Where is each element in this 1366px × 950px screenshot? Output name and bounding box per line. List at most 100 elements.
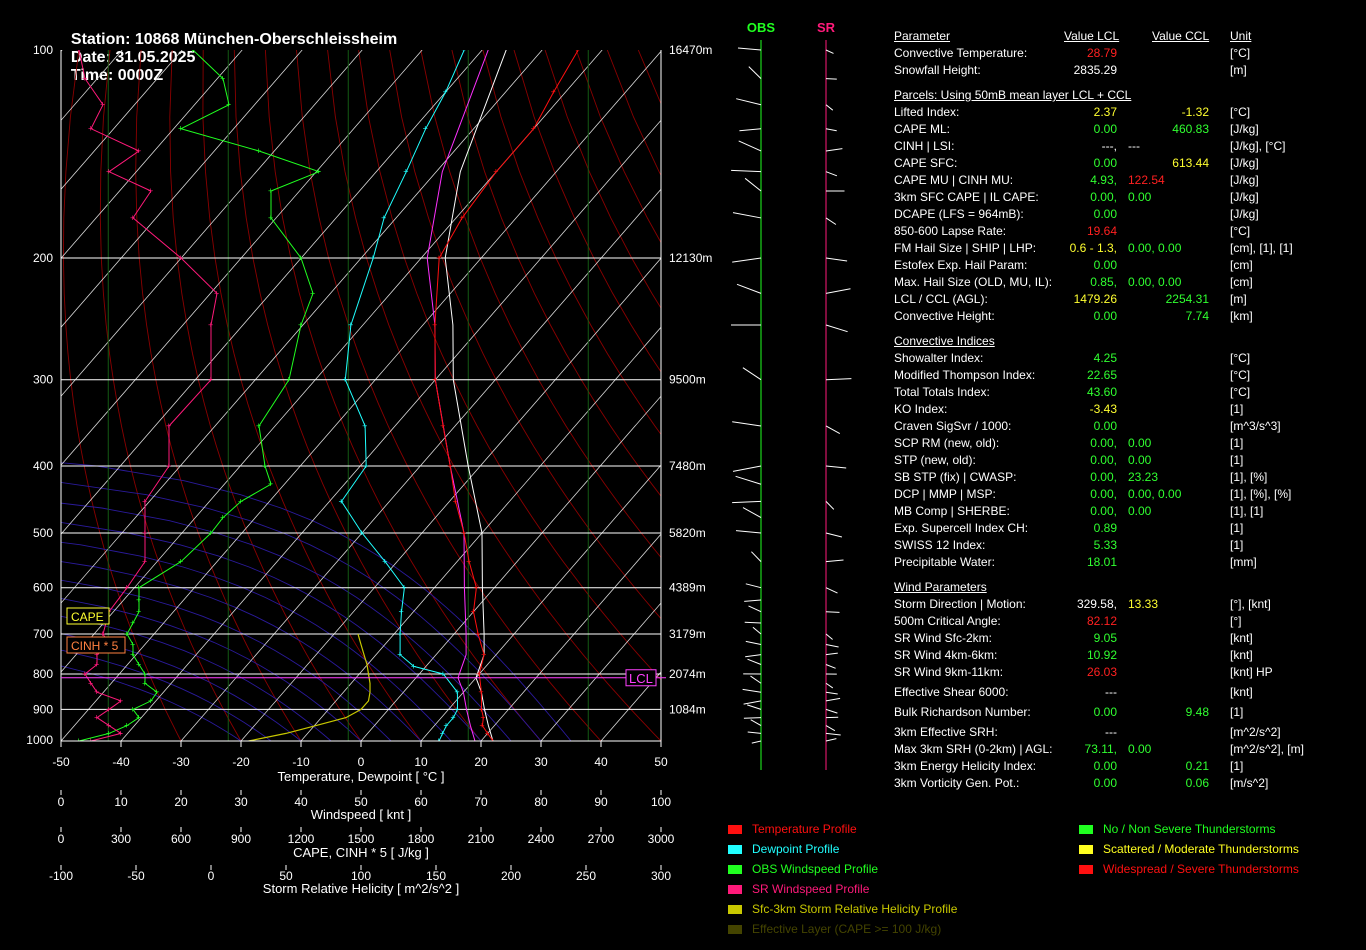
- parameter-label: FM Hail Size | SHIP | LHP:: [894, 241, 1037, 255]
- unit-label: [J/kg]: [1230, 190, 1259, 204]
- unit-label: [km]: [1230, 309, 1253, 323]
- pressure-tick-label: 400: [33, 459, 53, 473]
- value-ccl: 0.00: [1128, 436, 1152, 450]
- cape-box-label: CAPE: [71, 610, 104, 624]
- parameter-label: DCAPE (LFS = 964mB):: [894, 207, 1024, 221]
- section-title: Parcels: Using 50mB mean layer LCL + CCL: [894, 88, 1132, 102]
- dry-adiabat: [296, 50, 602, 741]
- obs-wind-barb: [745, 640, 762, 645]
- parameter-label: Max 3km SRH (0-2km) | AGL:: [894, 742, 1053, 756]
- unit-label: [cm]: [1230, 275, 1253, 289]
- value-lcl: 18.01: [1086, 555, 1117, 569]
- sr-windspeed-profile-mark: +: [142, 528, 147, 538]
- value-lcl: 0.85,: [1090, 275, 1117, 289]
- sr-wind-barb: [825, 682, 834, 689]
- value-ccl: 0.21: [1185, 759, 1209, 773]
- cape-tick-label: 1800: [408, 832, 435, 846]
- sr-wind-barb: [825, 611, 840, 613]
- sr-windspeed-profile-mark: +: [88, 678, 93, 688]
- parameter-label: Craven SigSvr / 1000:: [894, 419, 1012, 433]
- parameter-row: Craven SigSvr / 1000: 0.00 [m^3/s^3]: [894, 418, 1354, 435]
- unit-label: [1]: [1230, 436, 1244, 450]
- sr-windspeed-profile-mark: +: [94, 713, 99, 723]
- dewpoint-profile-mark: +: [370, 253, 375, 263]
- srh-tick-label: -50: [127, 869, 145, 883]
- unit-label: [°C]: [1230, 351, 1251, 365]
- obs-windspeed-profile-mark: +: [298, 253, 303, 263]
- obs-windspeed-profile-mark: +: [286, 375, 291, 385]
- parameter-label: SB STP (fix) | CWASP:: [894, 470, 1017, 484]
- sr-wind-barb: [825, 501, 835, 510]
- obs-wind-barb: [748, 605, 762, 613]
- temperature-profile-mark: +: [436, 253, 441, 263]
- parameter-row: 3km SFC CAPE | IL CAPE: 0.00, 0.00 [J/kg]: [894, 189, 1354, 206]
- sr-windspeed-profile-mark: +: [118, 728, 123, 738]
- unit-label: [m^3/s^3]: [1230, 419, 1281, 433]
- height-tick-label: 4389m: [669, 581, 706, 595]
- isotherm: [240, 257, 661, 741]
- obs-windspeed-profile-mark: +: [238, 496, 243, 506]
- value-ccl: 0.00, 0.00: [1128, 487, 1182, 501]
- legend-item: No / Non Severe Thunderstorms: [1079, 822, 1276, 836]
- parameter-row: KO Index: -3.43 [1]: [894, 401, 1354, 418]
- parameter-row: LCL / CCL (AGL): 1479.26 2254.31 [m]: [894, 291, 1354, 308]
- dewpoint-profile-mark: +: [362, 421, 367, 431]
- parameter-row: Total Totals Index: 43.60 [°C]: [894, 384, 1354, 401]
- srh-axis-label: Storm Relative Helicity [ m^2/s^2 ]: [263, 881, 459, 896]
- value-lcl: 10.92: [1086, 648, 1117, 662]
- temperature-profile-mark: +: [473, 583, 478, 593]
- unit-label: [1], [1]: [1230, 504, 1264, 518]
- height-tick-label: 1084m: [669, 702, 706, 716]
- dewpoint-profile-mark: +: [348, 320, 353, 330]
- dewpoint-profile-mark: +: [397, 650, 402, 660]
- height-tick-label: 5820m: [669, 526, 706, 540]
- temperature-profile-mark: +: [440, 421, 445, 431]
- temperature-profile-mark: +: [470, 607, 475, 617]
- parameter-label: Modified Thompson Index:: [894, 368, 1036, 382]
- dewpoint-profile-mark: +: [455, 704, 460, 714]
- temperature-profile-mark: +: [432, 320, 437, 330]
- value-lcl: 0.00,: [1090, 487, 1117, 501]
- unit-label: [m]: [1230, 63, 1247, 77]
- legend-item: SR Windspeed Profile: [728, 882, 869, 896]
- legend-label: Scattered / Moderate Thunderstorms: [1103, 842, 1299, 856]
- obs-wind-barb: [736, 283, 762, 294]
- srh-tick-label: 0: [208, 869, 215, 883]
- parameter-row: DCP | MMP | MSP: 0.00, 0.00, 0.00 [1], [%],…: [894, 486, 1354, 503]
- unit-label: [knt]: [1230, 631, 1253, 645]
- obs-wind-barb: [732, 500, 762, 504]
- pressure-tick-label: 500: [33, 526, 53, 540]
- cape-tick-label: 0: [58, 832, 65, 846]
- windspeed-tick-label: 20: [174, 795, 188, 809]
- value-lcl: 0.00: [1093, 258, 1117, 272]
- parameter-label: Storm Direction | Motion:: [894, 597, 1026, 611]
- obs-wind-barb: [736, 98, 762, 106]
- obs-windspeed-profile-mark: +: [124, 721, 129, 731]
- obs-wind-barb: [744, 599, 762, 602]
- sr-wind-barb: [825, 104, 834, 111]
- sr-windspeed-profile-mark: +: [142, 496, 147, 506]
- dewpoint-profile-mark: +: [359, 528, 364, 538]
- pressure-tick-label: 700: [33, 627, 53, 641]
- sr-wind-barb: [825, 171, 838, 177]
- temperature-profile-mark: +: [551, 87, 556, 97]
- sr-wind-barb: [825, 288, 851, 294]
- parameter-label: SR Wind 9km-11km:: [894, 665, 1004, 679]
- cape-tick-label: 1500: [348, 832, 375, 846]
- value-lcl: 22.65: [1086, 368, 1117, 382]
- obs-windspeed-profile-mark: +: [310, 288, 315, 298]
- value-lcl: 9.05: [1093, 631, 1117, 645]
- value-lcl: 43.60: [1086, 385, 1117, 399]
- dry-adiabat: [389, 50, 661, 620]
- dewpoint-profile-mark: +: [454, 687, 459, 697]
- dry-adiabat: [451, 50, 661, 497]
- parameter-row: Max 3km SRH (0-2km) | AGL: 73.11, 0.00 [m^2…: [894, 741, 1354, 758]
- value-lcl: 0.00: [1093, 207, 1117, 221]
- value-lcl: 28.79: [1086, 46, 1117, 60]
- obs-windspeed-profile-mark: +: [316, 167, 321, 177]
- pressure-tick-label: 900: [33, 702, 53, 716]
- obs-wind-barb: [735, 475, 762, 485]
- value-lcl: 2.37: [1093, 105, 1117, 119]
